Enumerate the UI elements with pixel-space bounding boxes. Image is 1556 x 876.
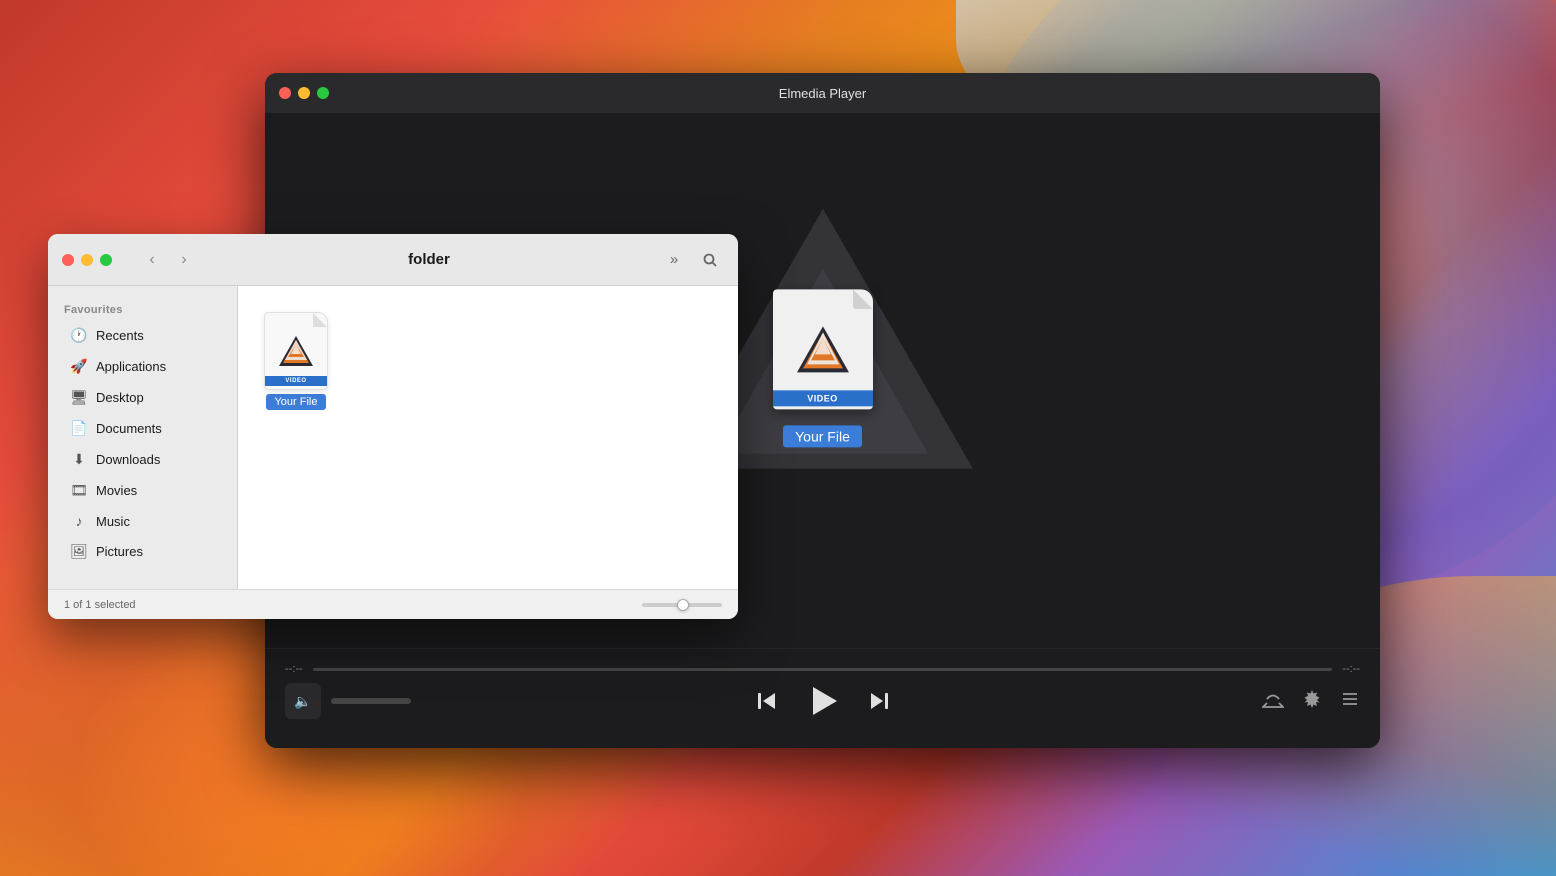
- player-file-type-badge: VIDEO: [773, 390, 873, 406]
- finder-window: ‹ › folder » Favourites 🕐 Recents 🚀: [48, 234, 738, 619]
- time-end-label: --:--: [1342, 663, 1360, 675]
- sidebar-label-applications: Applications: [96, 359, 166, 374]
- sidebar-label-downloads: Downloads: [96, 452, 160, 467]
- selection-status: 1 of 1 selected: [64, 599, 136, 611]
- player-minimize-button[interactable]: [298, 87, 310, 99]
- music-icon: ♪: [70, 513, 88, 529]
- finder-titlebar: ‹ › folder »: [48, 234, 738, 286]
- finder-status-bar: 1 of 1 selected: [48, 589, 738, 619]
- volume-icon: 🔈: [294, 693, 311, 710]
- finder-maximize-button[interactable]: [100, 254, 112, 266]
- sidebar-item-applications[interactable]: 🚀 Applications: [54, 351, 231, 382]
- player-traffic-lights: [279, 87, 329, 99]
- sidebar-label-recents: Recents: [96, 328, 144, 343]
- sidebar-label-documents: Documents: [96, 421, 162, 436]
- pictures-icon: 🖼: [70, 543, 88, 560]
- play-button[interactable]: [807, 685, 839, 717]
- file-type-badge: VIDEO: [265, 376, 327, 386]
- finder-close-button[interactable]: [62, 254, 74, 266]
- sidebar-label-music: Music: [96, 514, 130, 529]
- sidebar-label-desktop: Desktop: [96, 390, 144, 405]
- finder-body: Favourites 🕐 Recents 🚀 Applications 🖥 De…: [48, 286, 738, 589]
- prev-button[interactable]: [755, 689, 779, 713]
- file-name-badge: Your File: [266, 394, 325, 410]
- applications-icon: 🚀: [70, 358, 88, 375]
- sidebar-item-desktop[interactable]: 🖥 Desktop: [54, 382, 231, 413]
- time-start-label: --:--: [285, 663, 303, 675]
- player-title: Elmedia Player: [779, 86, 866, 101]
- finder-main-content: VIDEO Your File: [238, 286, 738, 589]
- finder-search-button[interactable]: [696, 246, 724, 274]
- search-icon: [702, 252, 718, 268]
- finder-toolbar-right: »: [660, 246, 724, 274]
- volume-button[interactable]: 🔈: [285, 683, 321, 719]
- file-item-yourfile[interactable]: VIDEO Your File: [258, 306, 334, 416]
- file-grid: VIDEO Your File: [258, 306, 718, 569]
- player-elmedia-logo-icon: [795, 324, 851, 374]
- finder-folder-title: folder: [208, 251, 650, 268]
- player-maximize-button[interactable]: [317, 87, 329, 99]
- playlist-button[interactable]: [1340, 689, 1360, 714]
- sidebar-label-pictures: Pictures: [96, 544, 143, 559]
- sidebar-item-downloads[interactable]: ⬇ Downloads: [54, 444, 231, 475]
- progress-bar-container: --:-- --:--: [285, 649, 1360, 683]
- finder-more-button[interactable]: »: [660, 246, 688, 274]
- airplay-icon: [1262, 688, 1284, 710]
- player-file-icon: VIDEO: [773, 289, 873, 409]
- progress-track[interactable]: [313, 668, 1333, 671]
- finder-forward-button[interactable]: ›: [170, 246, 198, 274]
- desktop-icon: 🖥: [70, 389, 88, 406]
- settings-icon: [1302, 689, 1322, 709]
- finder-navigation: ‹ ›: [138, 246, 198, 274]
- icon-size-thumb[interactable]: [677, 599, 689, 611]
- player-titlebar: Elmedia Player: [265, 73, 1380, 113]
- finder-sidebar: Favourites 🕐 Recents 🚀 Applications 🖥 De…: [48, 286, 238, 589]
- icon-size-slider[interactable]: [642, 603, 722, 607]
- sidebar-item-recents[interactable]: 🕐 Recents: [54, 320, 231, 351]
- airplay-button[interactable]: [1262, 688, 1284, 715]
- controls-row: 🔈: [285, 683, 1360, 719]
- sidebar-item-documents[interactable]: 📄 Documents: [54, 413, 231, 444]
- sidebar-label-movies: Movies: [96, 483, 137, 498]
- finder-back-button[interactable]: ‹: [138, 246, 166, 274]
- next-button[interactable]: [867, 689, 891, 713]
- volume-slider[interactable]: [331, 698, 411, 704]
- player-controls: --:-- --:-- 🔈: [265, 648, 1380, 748]
- sidebar-item-pictures[interactable]: 🖼 Pictures: [54, 536, 231, 567]
- player-file-display: VIDEO Your File: [773, 289, 873, 447]
- recents-icon: 🕐: [70, 327, 88, 344]
- play-icon: [807, 685, 839, 717]
- player-close-button[interactable]: [279, 87, 291, 99]
- sidebar-item-music[interactable]: ♪ Music: [54, 506, 231, 536]
- playback-controls: [755, 685, 891, 717]
- player-filename-badge: Your File: [783, 425, 862, 447]
- file-icon: VIDEO: [264, 312, 328, 390]
- sidebar-item-movies[interactable]: 🎞 Movies: [54, 475, 231, 506]
- right-controls: [1262, 688, 1360, 715]
- movies-icon: 🎞: [70, 482, 88, 499]
- finder-traffic-lights: [62, 254, 112, 266]
- sidebar-section-favourites: Favourites: [48, 298, 237, 320]
- settings-button[interactable]: [1302, 689, 1322, 714]
- file-elmedia-logo-icon: [278, 335, 314, 367]
- documents-icon: 📄: [70, 420, 88, 437]
- next-icon: [867, 689, 891, 713]
- volume-control: 🔈: [285, 683, 411, 719]
- playlist-icon: [1340, 689, 1360, 709]
- prev-icon: [755, 689, 779, 713]
- finder-minimize-button[interactable]: [81, 254, 93, 266]
- downloads-icon: ⬇: [70, 451, 88, 468]
